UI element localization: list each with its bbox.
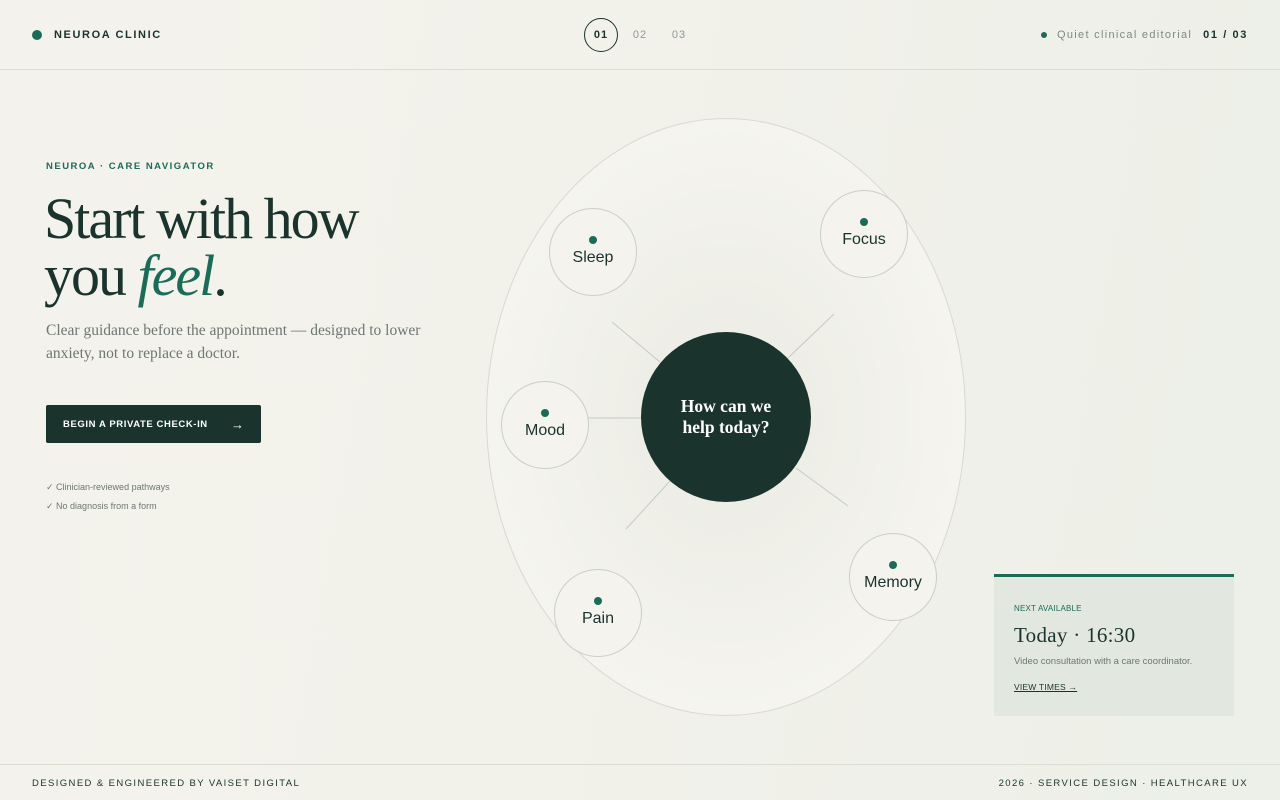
assurance-list: ✓ Clinician-reviewed pathways ✓ No diagn… <box>46 478 170 516</box>
brand-name: NEUROA CLINIC <box>54 29 162 41</box>
topic-node-pain[interactable]: Pain <box>554 569 642 657</box>
step-03-button[interactable]: 03 <box>662 18 696 52</box>
header-tagline: Quiet clinical editorial <box>1057 29 1193 41</box>
footer-credit: DESIGNED & ENGINEERED BY VAISET DIGITAL <box>32 778 301 789</box>
topic-label: Focus <box>842 231 886 248</box>
help-hub[interactable]: How can we help today? <box>641 332 811 502</box>
step-02-button[interactable]: 02 <box>623 18 657 52</box>
node-dot-icon <box>541 409 549 417</box>
header-meta: Quiet clinical editorial 01 / 03 <box>1041 29 1248 41</box>
node-dot-icon <box>889 561 897 569</box>
page-title: Start with how you feel. <box>44 190 474 305</box>
begin-check-in-label: BEGIN A PRIVATE CHECK-IN <box>63 418 208 430</box>
headline-line-2-prefix: you <box>44 243 138 308</box>
headline-suffix: . <box>213 243 227 308</box>
intro-eyebrow: NEUROA · CARE NAVIGATOR <box>46 161 215 172</box>
topic-node-memory[interactable]: Memory <box>849 533 937 621</box>
brand-dot-icon <box>32 30 42 40</box>
assurance-item: ✓ No diagnosis from a form <box>46 501 157 511</box>
topic-label: Mood <box>524 422 566 439</box>
page-counter: 01 / 03 <box>1203 29 1248 41</box>
topic-node-focus[interactable]: Focus <box>820 190 908 278</box>
footer-meta: 2026 · SERVICE DESIGN · HEALTHCARE UX <box>998 778 1248 789</box>
topic-label: Sleep <box>572 249 614 266</box>
step-indicator: 01 02 03 <box>584 18 701 52</box>
topic-node-mood[interactable]: Mood <box>501 381 589 469</box>
status-dot-icon <box>1041 32 1048 38</box>
step-01-button[interactable]: 01 <box>584 18 618 52</box>
intro-description: Clear guidance before the appointment — … <box>46 322 421 362</box>
node-dot-icon <box>860 218 868 226</box>
card-description: Video consultation with a care coordinat… <box>1014 656 1193 667</box>
brand[interactable]: NEUROA CLINIC <box>32 29 162 41</box>
headline-accent: feel <box>137 243 216 308</box>
next-available-time: Today · 16:30 <box>1014 623 1136 647</box>
topic-node-sleep[interactable]: Sleep <box>549 208 637 296</box>
card-eyebrow: NEXT AVAILABLE <box>1014 604 1082 613</box>
hub-label: How can we help today? <box>680 396 772 437</box>
assurance-item: ✓ Clinician-reviewed pathways <box>46 482 170 492</box>
begin-check-in-button[interactable]: BEGIN A PRIVATE CHECK-IN → <box>46 405 261 443</box>
node-dot-icon <box>589 236 597 244</box>
view-times-link[interactable]: VIEW TIMES → <box>1014 682 1077 692</box>
footer: DESIGNED & ENGINEERED BY VAISET DIGITAL … <box>0 764 1280 800</box>
arrow-right-icon: → <box>231 416 244 432</box>
next-available-card: NEXT AVAILABLE Today · 16:30 Video consu… <box>994 574 1234 716</box>
topic-label: Memory <box>864 574 922 591</box>
node-dot-icon <box>594 597 602 605</box>
headline-line-1: Start with how <box>44 186 360 251</box>
top-bar: NEUROA CLINIC 01 02 03 Quiet clinical ed… <box>0 0 1280 70</box>
topic-label: Pain <box>581 610 615 627</box>
